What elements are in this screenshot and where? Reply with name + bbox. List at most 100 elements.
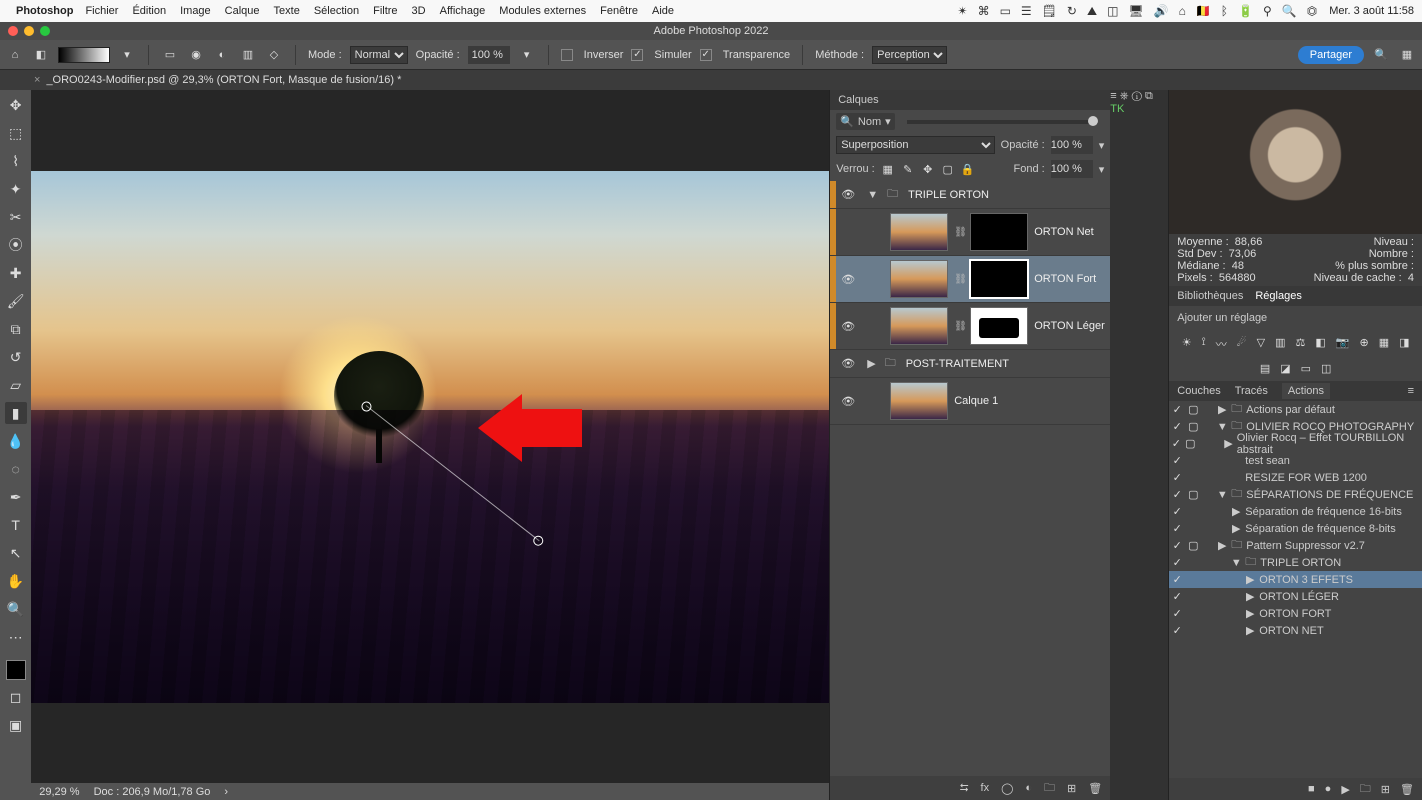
lut-icon[interactable]: ▦ bbox=[1379, 336, 1389, 352]
layer-name[interactable]: TRIPLE ORTON bbox=[908, 189, 989, 201]
action-check[interactable]: ✓ bbox=[1169, 607, 1185, 620]
dodge-tool[interactable]: ◌ bbox=[5, 458, 27, 480]
info-icon[interactable]: ⓘ bbox=[1132, 90, 1142, 102]
threshold-icon[interactable]: ◪ bbox=[1280, 362, 1290, 375]
panel-menu-icon[interactable]: ≡ bbox=[1408, 385, 1414, 397]
exposure-icon[interactable]: ☄ bbox=[1237, 336, 1247, 352]
actions-tab[interactable]: Actions bbox=[1282, 383, 1330, 399]
type-tool[interactable]: T bbox=[5, 514, 27, 536]
action-check[interactable]: ✓ bbox=[1169, 624, 1185, 637]
layer-item[interactable]: ⛓ORTON Net bbox=[830, 209, 1110, 256]
menu-sélection[interactable]: Sélection bbox=[314, 5, 359, 17]
layer-thumbnail[interactable] bbox=[890, 260, 948, 298]
layers-tab[interactable]: Calques bbox=[838, 94, 878, 106]
action-dialog-toggle[interactable]: ▢ bbox=[1185, 420, 1201, 433]
disclosure-icon[interactable]: ▼ bbox=[1216, 421, 1228, 433]
search-icon[interactable]: 🔍 bbox=[1282, 4, 1297, 18]
crop-tool[interactable]: ✂ bbox=[5, 206, 27, 228]
disclosure-icon[interactable]: ▶ bbox=[1216, 539, 1228, 552]
disclosure-icon[interactable]: ▶ bbox=[1244, 573, 1256, 586]
new-layer-icon[interactable]: ⊞ bbox=[1067, 782, 1076, 795]
menu-3d[interactable]: 3D bbox=[412, 5, 426, 17]
move-tool[interactable]: ✥ bbox=[5, 94, 27, 116]
control-center-icon[interactable]: ⏣ bbox=[1307, 4, 1317, 18]
eraser-tool[interactable]: ▱ bbox=[5, 374, 27, 396]
action-check[interactable]: ✓ bbox=[1169, 505, 1185, 518]
layer-thumbnail[interactable] bbox=[890, 213, 948, 251]
link-icon[interactable]: ⛓ bbox=[954, 227, 964, 238]
status-icon[interactable]: ↻ bbox=[1067, 4, 1077, 18]
status-icon[interactable]: 🖥 bbox=[1128, 4, 1143, 18]
menu-image[interactable]: Image bbox=[180, 5, 211, 17]
hue-icon[interactable]: ▥ bbox=[1275, 336, 1285, 352]
search-icon[interactable]: 🔍 bbox=[1372, 46, 1390, 64]
close-window[interactable] bbox=[8, 26, 18, 36]
layer-filter[interactable]: 🔍 Nom ▾ bbox=[836, 113, 894, 130]
menu-calque[interactable]: Calque bbox=[225, 5, 260, 17]
disclosure-icon[interactable]: ▶ bbox=[1230, 505, 1242, 518]
visibility-toggle[interactable]: 👁 bbox=[836, 395, 860, 408]
action-check[interactable]: ✓ bbox=[1169, 403, 1185, 416]
layer-group[interactable]: 👁▼🗀TRIPLE ORTON bbox=[830, 181, 1110, 209]
disclosure-icon[interactable]: ▶ bbox=[1230, 522, 1242, 535]
balance-icon[interactable]: ⚖ bbox=[1295, 336, 1305, 352]
action-item[interactable]: ✓▶Séparation de fréquence 8-bits bbox=[1169, 520, 1422, 537]
menu-fenêtre[interactable]: Fenêtre bbox=[600, 5, 638, 17]
document-tab-title[interactable]: _ORO0243-Modifier.psd @ 29,3% (ORTON For… bbox=[46, 74, 401, 86]
visibility-toggle[interactable]: 👁 bbox=[836, 320, 860, 333]
action-dialog-toggle[interactable]: ▢ bbox=[1185, 539, 1201, 552]
action-item[interactable]: ✓▶Séparation de fréquence 16-bits bbox=[1169, 503, 1422, 520]
action-dialog-toggle[interactable]: ▢ bbox=[1185, 488, 1201, 501]
action-item[interactable]: ✓▼🗀TRIPLE ORTON bbox=[1169, 554, 1422, 571]
play-icon[interactable]: ▶ bbox=[1341, 783, 1349, 796]
gradient-tool[interactable]: ▮ bbox=[5, 402, 27, 424]
zoom-level[interactable]: 29,29 % bbox=[39, 786, 79, 798]
group-icon[interactable]: 🗀 bbox=[1044, 779, 1055, 798]
lock-position-icon[interactable]: ✥ bbox=[921, 163, 935, 176]
trash-icon[interactable]: 🗑 bbox=[1400, 783, 1414, 796]
status-icon[interactable]: ▭ bbox=[1000, 4, 1011, 18]
action-check[interactable]: ✓ bbox=[1169, 539, 1185, 552]
home-icon[interactable]: ⌂ bbox=[6, 46, 24, 64]
lock-brush-icon[interactable]: ✎ bbox=[901, 163, 915, 176]
disclosure-icon[interactable]: ▶ bbox=[1223, 437, 1234, 450]
dropdown-icon[interactable]: ▾ bbox=[1099, 139, 1105, 152]
panel-icon[interactable]: ⎈ bbox=[1120, 90, 1129, 102]
close-tab-icon[interactable]: × bbox=[34, 74, 40, 86]
posterize-icon[interactable]: ▤ bbox=[1260, 362, 1270, 375]
status-icon[interactable]: ◫ bbox=[1107, 4, 1118, 18]
disclosure-icon[interactable]: ▶ bbox=[1244, 607, 1256, 620]
tool-preset-icon[interactable]: ◧ bbox=[32, 46, 50, 64]
action-check[interactable]: ✓ bbox=[1169, 573, 1185, 586]
history-brush-tool[interactable]: ↺ bbox=[5, 346, 27, 368]
dropdown-icon[interactable]: ▾ bbox=[118, 46, 136, 64]
vibrance-icon[interactable]: ▽ bbox=[1257, 336, 1265, 352]
flag-icon[interactable]: 🇧🇪 bbox=[1196, 4, 1211, 18]
document-canvas[interactable] bbox=[31, 90, 829, 783]
gradient-radial-icon[interactable]: ◉ bbox=[187, 46, 205, 64]
status-icon[interactable]: ✴︎ bbox=[958, 4, 968, 18]
layer-name[interactable]: Calque 1 bbox=[954, 395, 998, 407]
photo-filter-icon[interactable]: 📷 bbox=[1336, 336, 1350, 352]
trash-icon[interactable]: 🗑 bbox=[1088, 782, 1102, 795]
gradient-map-icon[interactable]: ▭ bbox=[1301, 362, 1311, 375]
selective-color-icon[interactable]: ◫ bbox=[1321, 362, 1331, 375]
bluetooth-icon[interactable]: ᛒ bbox=[1221, 4, 1228, 18]
disclosure-icon[interactable]: ▼ bbox=[1216, 489, 1228, 501]
dropdown-icon[interactable]: ▾ bbox=[518, 46, 536, 64]
stop-icon[interactable]: ■ bbox=[1308, 783, 1315, 795]
new-set-icon[interactable]: 🗀 bbox=[1360, 780, 1371, 799]
action-item[interactable]: ✓▢▶🗀Pattern Suppressor v2.7 bbox=[1169, 537, 1422, 554]
reglages-tab[interactable]: Réglages bbox=[1255, 290, 1301, 302]
status-icon[interactable]: 🗒 bbox=[1042, 4, 1057, 18]
action-check[interactable]: ✓ bbox=[1169, 420, 1185, 433]
lasso-tool[interactable]: ⌇ bbox=[5, 150, 27, 172]
menu-modules externes[interactable]: Modules externes bbox=[499, 5, 586, 17]
action-check[interactable]: ✓ bbox=[1169, 454, 1185, 467]
zoom-tool[interactable]: 🔍 bbox=[5, 598, 27, 620]
zoom-window[interactable] bbox=[40, 26, 50, 36]
layer-name[interactable]: POST-TRAITEMENT bbox=[906, 358, 1009, 370]
volume-icon[interactable]: 🔊 bbox=[1154, 4, 1169, 18]
status-icon[interactable]: ☰ bbox=[1021, 4, 1032, 18]
fx-icon[interactable]: fx bbox=[981, 782, 990, 794]
